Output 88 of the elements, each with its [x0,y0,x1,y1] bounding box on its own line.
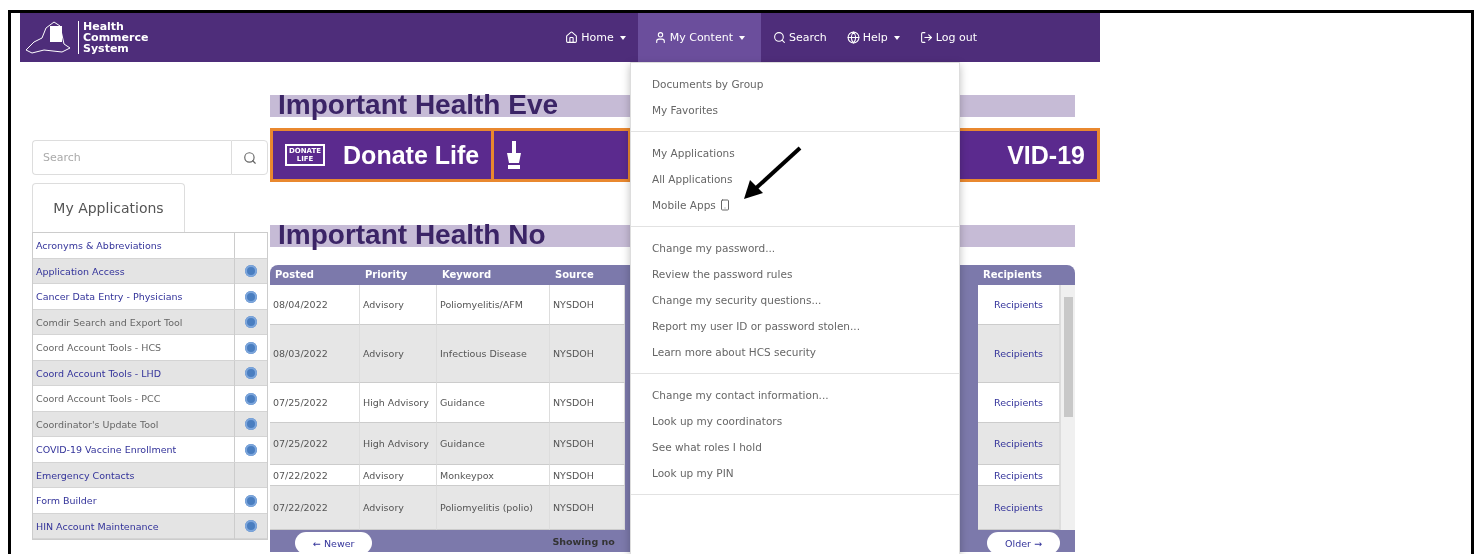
table-cell: Advisory [363,347,404,360]
menu-item[interactable]: Documents by Group [631,71,959,97]
table-cell: Poliomyelitis (polio) [440,501,533,514]
state-map-icon [24,19,72,56]
table-cell: Poliomyelitis/AFM [440,298,523,311]
application-link[interactable]: Cancer Data Entry - Physicians [33,284,235,309]
table-cell: Monkeypox [440,468,494,482]
user-icon [653,31,667,44]
search-field[interactable]: Search [32,140,231,175]
table-cell: NYSDOH [553,298,594,311]
table-cell: High Advisory [363,437,429,450]
newer-button[interactable]: ← Newer [295,532,373,552]
table-cell: NYSDOH [553,396,594,409]
table-cell: NYSDOH [553,437,594,450]
home-icon [565,31,579,44]
recipients-link[interactable]: Recipients [993,299,1044,310]
nav-menu-item[interactable]: My Content [637,13,761,62]
application-link[interactable]: Coord Account Tools - HCS [33,335,235,360]
table-cell: 08/04/2022 [273,298,328,311]
logout-icon [919,31,933,44]
application-link[interactable]: Coord Account Tools - PCC [33,386,235,411]
menu-item[interactable]: Mobile Apps [631,192,959,218]
menu-item[interactable]: Learn more about HCS security [631,339,959,365]
nav-menu-item[interactable]: Help [838,13,908,62]
table-cell: Guidance [440,396,485,409]
older-button[interactable]: Older → [987,532,1060,552]
table-cell: Advisory [363,468,404,482]
search-button[interactable] [231,140,268,175]
info-icon[interactable] [245,290,257,303]
recipients-link[interactable]: Recipients [993,348,1044,359]
menu-item[interactable]: Change my contact information... [631,382,959,408]
sidebar-tab[interactable]: My Applications [32,183,185,232]
application-link[interactable]: Acronyms & Abbreviations [33,233,235,258]
table-cell: 07/25/2022 [273,437,328,450]
nav-menu-item[interactable]: Log out [911,13,985,62]
table-cell: High Advisory [363,396,429,409]
globe-icon [846,31,860,44]
menu-item[interactable]: My Applications [631,140,959,166]
menu-item[interactable]: My Favorites [631,97,959,123]
table-cell: Advisory [363,501,404,514]
menu-item[interactable]: See what roles I hold [631,434,959,460]
search-icon [772,31,786,44]
menu-item[interactable]: Report my user ID or password stolen... [631,313,959,339]
column-header: Posted [274,268,315,282]
search-icon [242,150,257,165]
info-icon[interactable] [245,520,257,532]
nav-menu-item[interactable]: Home [557,13,634,62]
column-header: Priority [364,268,409,282]
column-header: Source [554,268,595,282]
application-link[interactable]: COVID-19 Vaccine Enrollment [33,437,235,462]
table-cell: NYSDOH [553,347,594,360]
application-link[interactable]: Form Builder [33,488,235,513]
info-icon[interactable] [245,418,257,430]
menu-item[interactable]: Look up my PIN [631,460,959,486]
recipients-link[interactable]: Recipients [993,397,1044,408]
menu-item[interactable]: Change my security questions... [631,287,959,313]
table-cell: 07/22/2022 [273,501,328,514]
menu-item[interactable]: Review the password rules [631,261,959,287]
info-icon[interactable] [245,392,257,405]
pointer-arrow [744,146,802,199]
menu-item[interactable]: Look up my coordinators [631,408,959,434]
table-cell: Guidance [440,437,485,450]
table-cell: 07/25/2022 [273,396,328,409]
table-cell: NYSDOH [553,501,594,514]
column-header: Recipients [982,268,1044,282]
table-cell: 08/03/2022 [273,347,328,360]
site-logo-text: Health Commerce System [78,21,149,54]
table-cell: Infectious Disease [440,347,527,360]
info-icon[interactable] [245,341,257,354]
mortar-pestle-icon [506,141,523,169]
scrollbar[interactable] [1060,285,1075,530]
recipients-link[interactable]: Recipients [993,438,1044,449]
paging-status: Showing no [552,535,615,547]
menu-item[interactable]: All Applications [631,166,959,192]
nav-menu-item[interactable]: Search [764,13,835,62]
column-header: Keyword [441,268,493,282]
table-cell: 07/22/2022 [273,468,328,482]
info-icon[interactable] [245,367,257,379]
menu-item[interactable]: Change my password... [631,235,959,261]
info-icon[interactable] [245,265,257,277]
banner-text[interactable]: Donate Life [343,140,480,170]
table-cell: Advisory [363,298,404,311]
info-icon[interactable] [245,316,257,328]
info-icon[interactable] [245,443,257,456]
info-icon[interactable] [245,494,257,507]
table-cell: NYSDOH [553,468,594,482]
banner-text[interactable]: VID-19 [1007,140,1085,170]
recipients-link[interactable]: Recipients [993,502,1044,513]
